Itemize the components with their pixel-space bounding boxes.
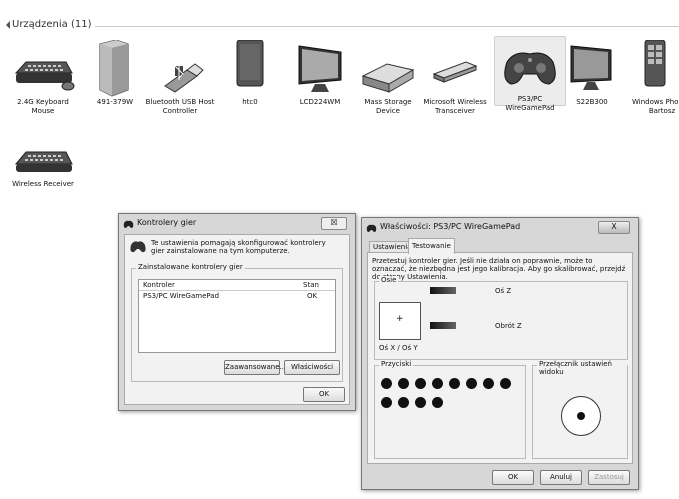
- button-indicator: [432, 378, 443, 389]
- gamepad-icon: [129, 240, 147, 254]
- list-header: Kontroler Stan: [139, 280, 335, 291]
- keyboard-mouse-icon: [8, 40, 78, 98]
- hard-drive-icon: [353, 40, 423, 98]
- button-indicator: [398, 397, 409, 408]
- button-indicator: [483, 378, 494, 389]
- device-htc0[interactable]: htc0: [215, 39, 285, 107]
- cancel-button[interactable]: Anuluj: [540, 470, 582, 485]
- monitor-icon: [285, 40, 355, 98]
- button-indicator: [432, 397, 443, 408]
- group-label: Przełącznik ustawień widoku: [537, 360, 627, 376]
- device-label: Wireless Receiver: [12, 180, 74, 188]
- device-label: S22B300: [576, 98, 608, 106]
- device-label: Microsoft Wireless Transceiver: [423, 98, 487, 115]
- devices-group-title: Urządzenia (11): [12, 19, 92, 30]
- pov-center-dot: [577, 412, 585, 420]
- device-label: Windows Phone - Bartosz: [632, 98, 679, 115]
- header-divider: [95, 26, 679, 27]
- device-s22b300[interactable]: S22B300: [557, 40, 627, 107]
- device-keyboard-mouse[interactable]: 2.4G Keyboard Mouse: [8, 40, 78, 116]
- device-491-379w[interactable]: 491-379W: [80, 39, 150, 107]
- device-label: 491-379W: [96, 98, 134, 106]
- button-indicator: [466, 378, 477, 389]
- game-controllers-dialog: Kontrolery gier ☒ Te ustawienia pomagają…: [118, 213, 356, 411]
- xy-axis-box: +: [379, 302, 421, 340]
- ok-button[interactable]: OK: [492, 470, 534, 485]
- pov-group: Przełącznik ustawień widoku: [532, 360, 628, 459]
- group-label: Osie: [379, 276, 399, 284]
- gamepad-icon: [123, 218, 134, 228]
- dialog-body: Te ustawienia pomagają skonfigurować kon…: [124, 234, 350, 405]
- intro-text: Te ustawienia pomagają skonfigurować kon…: [151, 239, 326, 255]
- device-bluetooth-usb[interactable]: Bluetooth USB Host Controller: [145, 40, 215, 116]
- pc-tower-icon: [80, 39, 150, 98]
- close-button[interactable]: X: [598, 221, 630, 234]
- phone-icon: [215, 39, 285, 98]
- properties-dialog: Właściwości: PS3/PC WireGamePad X Ustawi…: [361, 217, 639, 490]
- properties-button[interactable]: Właściwości: [284, 360, 340, 375]
- installed-controllers-group: Zainstalowane kontrolery gier Kontroler …: [131, 263, 343, 382]
- group-label: Zainstalowane kontrolery gier: [136, 263, 245, 271]
- button-indicator: [398, 378, 409, 389]
- dialog-title: Właściwości: PS3/PC WireGamePad: [380, 222, 521, 231]
- apply-button[interactable]: Zastosuj: [588, 470, 630, 485]
- dialog-titlebar[interactable]: Właściwości: PS3/PC WireGamePad X: [362, 218, 638, 236]
- tab-testing[interactable]: Testowanie: [408, 238, 455, 254]
- device-label: 2.4G Keyboard Mouse: [17, 98, 69, 115]
- keyboard-icon: [8, 140, 78, 180]
- dialog-titlebar[interactable]: Kontrolery gier ☒: [119, 214, 355, 232]
- controllers-list[interactable]: Kontroler Stan PS3/PC WireGamePad OK: [138, 279, 336, 353]
- table-row[interactable]: PS3/PC WireGamePad OK: [139, 291, 335, 301]
- device-label: Mass Storage Device: [364, 98, 412, 115]
- close-button[interactable]: ☒: [321, 217, 347, 230]
- group-label: Przyciski: [379, 360, 414, 368]
- gamepad-icon: [495, 40, 565, 98]
- collapse-arrow-icon[interactable]: [6, 21, 10, 29]
- device-windows-phone[interactable]: Windows Phone - Bartosz: [627, 40, 679, 116]
- z-axis-label: Oś Z: [495, 287, 512, 295]
- device-wireless-transceiver[interactable]: Microsoft Wireless Transceiver: [420, 40, 490, 116]
- button-indicator: [415, 397, 426, 408]
- button-indicator: [381, 397, 392, 408]
- button-indicator: [381, 378, 392, 389]
- device-lcd224wm[interactable]: LCD224WM: [285, 40, 355, 107]
- device-ps3-gamepad[interactable]: PS3/PC WireGamePad: [494, 36, 566, 112]
- windows-phone-icon: [627, 40, 679, 98]
- advanced-button[interactable]: Zaawansowane...: [224, 360, 286, 375]
- pov-indicator: [561, 396, 601, 436]
- device-wireless-receiver[interactable]: Wireless Receiver: [8, 140, 78, 189]
- controller-name: PS3/PC WireGamePad: [143, 292, 220, 300]
- device-label: LCD224WM: [299, 98, 341, 106]
- device-label: htc0: [242, 98, 258, 106]
- axes-group: Osie + Oś X / Oś Y Oś Z Obrót Z: [374, 276, 628, 360]
- buttons-group: Przyciski: [374, 360, 526, 459]
- z-rotation-bar: [430, 322, 456, 329]
- button-indicator: [500, 378, 511, 389]
- device-label: Bluetooth USB Host Controller: [145, 98, 215, 115]
- crosshair-icon: +: [396, 314, 404, 324]
- ok-button[interactable]: OK: [303, 387, 345, 402]
- column-header-controller[interactable]: Kontroler: [143, 280, 175, 290]
- bluetooth-usb-icon: [145, 40, 215, 98]
- dialog-title: Kontrolery gier: [137, 218, 197, 227]
- test-description: Przetestuj kontroler gier. Jeśli nie dzi…: [372, 257, 626, 281]
- button-indicator: [449, 378, 460, 389]
- xy-axis-label: Oś X / Oś Y: [379, 344, 418, 352]
- usb-dongle-icon: [420, 40, 490, 98]
- device-mass-storage[interactable]: Mass Storage Device: [353, 40, 423, 116]
- gamepad-icon: [366, 222, 377, 232]
- button-indicator: [415, 378, 426, 389]
- controller-status: OK: [307, 292, 318, 300]
- column-header-status[interactable]: Stan: [303, 280, 319, 290]
- z-axis-bar: [430, 287, 456, 294]
- tab-panel: Przetestuj kontroler gier. Jeśli nie dzi…: [367, 252, 633, 464]
- z-rotation-label: Obrót Z: [495, 322, 522, 330]
- monitor-icon: [557, 40, 627, 98]
